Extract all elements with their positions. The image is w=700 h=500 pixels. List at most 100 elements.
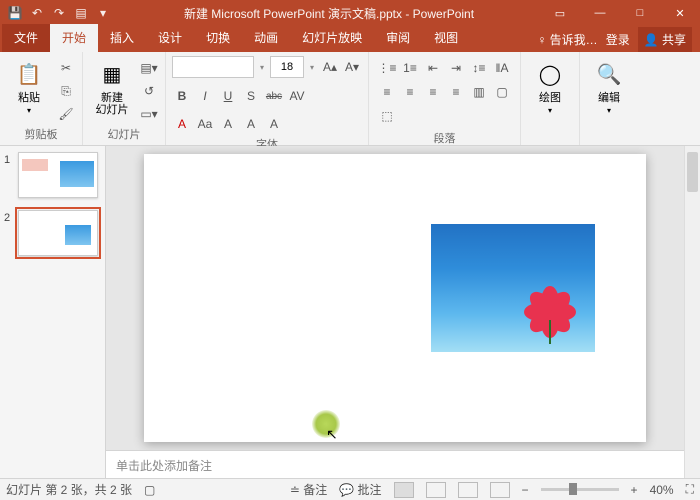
maximize-button[interactable]: □: [620, 0, 660, 26]
scroll-thumb[interactable]: [687, 152, 698, 192]
group-clipboard: 📋 粘贴 ▾ ✂ ⎘ 🖌 剪贴板: [0, 52, 83, 145]
group-font: ▾ 18▾ A▴ A▾ B I U S abc AV A Aa A A A 字体: [166, 52, 369, 145]
strike-button[interactable]: abc: [264, 86, 284, 106]
tab-view[interactable]: 视图: [422, 24, 470, 52]
font-size-grow-icon[interactable]: A: [241, 114, 261, 134]
ribbon-display-icon[interactable]: ▭: [540, 0, 580, 26]
chevron-down-icon: ▾: [27, 106, 31, 115]
title-bar: 💾 ↶ ↷ ▤ ▾ 新建 Microsoft PowerPoint 演示文稿.p…: [0, 0, 700, 26]
new-slide-icon: ▦: [96, 58, 128, 90]
sorter-view-icon[interactable]: [426, 482, 446, 498]
close-button[interactable]: ✕: [660, 0, 700, 26]
window-title: 新建 Microsoft PowerPoint 演示文稿.pptx - Powe…: [118, 5, 540, 22]
vertical-scrollbar[interactable]: [684, 146, 700, 478]
italic-button[interactable]: I: [195, 86, 215, 106]
workspace: 1 2: [0, 146, 700, 478]
numbering-icon[interactable]: 1≡: [400, 58, 420, 78]
qat-more-icon[interactable]: ▾: [94, 4, 112, 22]
tab-review[interactable]: 审阅: [374, 24, 422, 52]
tab-slideshow[interactable]: 幻灯片放映: [290, 24, 374, 52]
align-text-icon[interactable]: ▢: [492, 82, 512, 102]
redo-icon[interactable]: ↷: [50, 4, 68, 22]
tab-design[interactable]: 设计: [146, 24, 194, 52]
slide-canvas-area[interactable]: ↖ 📋 (Ctrl) ▾: [106, 146, 684, 450]
indent-dec-icon[interactable]: ⇤: [423, 58, 443, 78]
char-spacing-button[interactable]: AV: [287, 86, 307, 106]
window-controls: ▭ — □ ✕: [540, 0, 700, 26]
shadow-button[interactable]: S: [241, 86, 261, 106]
highlight-button[interactable]: A: [218, 114, 238, 134]
tab-file[interactable]: 文件: [2, 24, 50, 52]
inserted-image[interactable]: [431, 224, 595, 352]
login-link[interactable]: 登录: [606, 31, 630, 48]
notes-pane[interactable]: 单击此处添加备注: [106, 450, 684, 478]
tab-insert[interactable]: 插入: [98, 24, 146, 52]
columns-icon[interactable]: ▥: [469, 82, 489, 102]
section-icon[interactable]: ▭▾: [139, 104, 159, 124]
font-name-combo[interactable]: [172, 56, 254, 78]
tellme-search[interactable]: ♀ 告诉我…: [537, 31, 597, 48]
editing-button[interactable]: 🔍 编辑 ▾: [586, 56, 632, 117]
new-slide-button[interactable]: ▦ 新建 幻灯片: [89, 56, 135, 118]
change-case-button[interactable]: Aa: [195, 114, 215, 134]
clipboard-icon: 📋: [13, 58, 45, 90]
decrease-font-icon[interactable]: A▾: [342, 57, 362, 77]
find-icon: 🔍: [593, 58, 625, 90]
quick-access-toolbar: 💾 ↶ ↷ ▤ ▾: [0, 4, 118, 22]
normal-view-icon[interactable]: [394, 482, 414, 498]
group-drawing: ◯ 绘图 ▾: [521, 52, 580, 145]
align-right-icon[interactable]: ≡: [423, 82, 443, 102]
tab-home[interactable]: 开始: [50, 24, 98, 52]
chevron-down-icon[interactable]: ▾: [306, 63, 318, 72]
zoom-level[interactable]: 40%: [650, 483, 674, 497]
thumbnail-2[interactable]: 2: [4, 210, 101, 256]
thumbnail-1[interactable]: 1: [4, 152, 101, 198]
bold-button[interactable]: B: [172, 86, 192, 106]
cursor-icon: ↖: [326, 426, 338, 443]
minimize-button[interactable]: —: [580, 0, 620, 26]
indent-inc-icon[interactable]: ⇥: [446, 58, 466, 78]
group-slides: ▦ 新建 幻灯片 ▤▾ ↺ ▭▾ 幻灯片: [83, 52, 166, 145]
slide-thumbnails-panel: 1 2: [0, 146, 106, 478]
chevron-down-icon[interactable]: ▾: [256, 63, 268, 72]
status-bar: 幻灯片 第 2 张，共 2 张 ▢ ≐ 备注 💬 批注 − + 40% ⛶: [0, 478, 700, 500]
align-left-icon[interactable]: ≡: [377, 82, 397, 102]
increase-font-icon[interactable]: A▴: [320, 57, 340, 77]
font-size-combo[interactable]: 18: [270, 56, 304, 78]
fit-to-window-icon[interactable]: ⛶: [686, 482, 694, 497]
tab-transitions[interactable]: 切换: [194, 24, 242, 52]
cut-icon[interactable]: ✂: [56, 58, 76, 78]
paste-button[interactable]: 📋 粘贴 ▾: [6, 56, 52, 117]
zoom-slider[interactable]: [541, 488, 619, 491]
share-button[interactable]: 👤 共享: [638, 27, 692, 52]
start-from-beginning-icon[interactable]: ▤: [72, 4, 90, 22]
align-center-icon[interactable]: ≡: [400, 82, 420, 102]
text-direction-icon[interactable]: ‖A: [492, 58, 512, 78]
zoom-out-icon[interactable]: −: [522, 483, 529, 497]
reset-icon[interactable]: ↺: [139, 81, 159, 101]
undo-icon[interactable]: ↶: [28, 4, 46, 22]
zoom-in-icon[interactable]: +: [631, 483, 638, 497]
justify-icon[interactable]: ≡: [446, 82, 466, 102]
line-spacing-icon[interactable]: ↕≡: [469, 58, 489, 78]
underline-button[interactable]: U: [218, 86, 238, 106]
group-paragraph: ⋮≡ 1≡ ⇤ ⇥ ↕≡ ‖A ≡ ≡ ≡ ≡ ▥ ▢ ⬚ 段落: [369, 52, 521, 145]
notes-toggle[interactable]: ≐ 备注: [290, 481, 327, 498]
drawing-button[interactable]: ◯ 绘图 ▾: [527, 56, 573, 117]
copy-icon[interactable]: ⎘: [56, 81, 76, 101]
slide[interactable]: [144, 154, 646, 442]
layout-icon[interactable]: ▤▾: [139, 58, 159, 78]
font-color-button[interactable]: A: [172, 114, 192, 134]
format-painter-icon[interactable]: 🖌: [56, 104, 76, 124]
tab-animations[interactable]: 动画: [242, 24, 290, 52]
smartart-icon[interactable]: ⬚: [377, 106, 397, 126]
comments-toggle[interactable]: 💬 批注: [339, 481, 381, 498]
clear-format-icon[interactable]: A: [264, 114, 284, 134]
spellcheck-icon[interactable]: ▢: [144, 483, 155, 497]
slide-indicator[interactable]: 幻灯片 第 2 张，共 2 张: [6, 481, 132, 498]
slideshow-view-icon[interactable]: [490, 482, 510, 498]
save-icon[interactable]: 💾: [6, 4, 24, 22]
bullets-icon[interactable]: ⋮≡: [377, 58, 397, 78]
reading-view-icon[interactable]: [458, 482, 478, 498]
shapes-icon: ◯: [534, 58, 566, 90]
